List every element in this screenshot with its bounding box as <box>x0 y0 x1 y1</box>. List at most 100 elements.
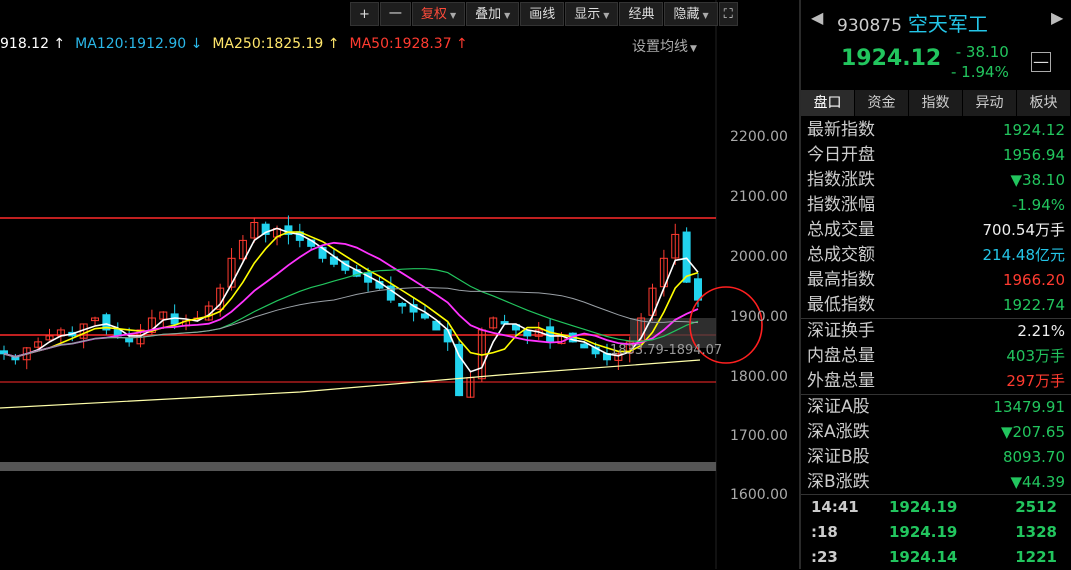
stat-value: 1966.20 <box>1002 271 1065 289</box>
yincang-button[interactable]: 隐藏 ▼ <box>664 2 718 26</box>
stat-label: 总成交量 <box>807 220 875 240</box>
chevron-down-icon: ▼ <box>504 11 511 20</box>
stat-label: 深证A股 <box>807 397 870 417</box>
jingdian-button[interactable]: 经典 <box>619 2 664 26</box>
tab-0[interactable]: 盘口 <box>801 90 855 116</box>
stat-row: 最低指数 1922.74 <box>801 293 1071 318</box>
stat-label: 指数涨跌 <box>807 170 875 190</box>
stat-value: -1.94% <box>1011 196 1065 214</box>
quote-panel: ◀ 930875 空天军工 ▶ 1924.12 - 38.10 - 1.94% —… <box>801 0 1071 569</box>
tick-row: :23 1924.14 1221 <box>801 545 1071 570</box>
diejia-button[interactable]: 叠加 ▼ <box>466 2 520 26</box>
stat-row: 指数涨幅 -1.94% <box>801 193 1071 218</box>
ma-legend-item: MA250:1825.19 ↑ <box>212 36 340 52</box>
quote-header: ◀ 930875 空天军工 ▶ 1924.12 - 38.10 - 1.94% — <box>801 0 1071 88</box>
y-axis-label: 2200.00 <box>730 129 788 145</box>
stat-row: 深证A股 13479.91 <box>801 394 1071 420</box>
stat-row: 外盘总量 297万手 <box>801 369 1071 394</box>
candle-body <box>523 330 532 337</box>
stat-value: ▼44.39 <box>1010 473 1065 491</box>
y-axis-label: 2100.00 <box>730 189 788 205</box>
stat-label: 深证换手 <box>807 321 875 341</box>
tab-4[interactable]: 板块 <box>1017 90 1071 116</box>
stat-label: 最新指数 <box>807 120 875 140</box>
stock-code: 930875 <box>837 16 902 36</box>
stat-value: ▼207.65 <box>1000 423 1065 441</box>
volume-divider-bar[interactable] <box>0 462 716 471</box>
xianshi-label: 显示 <box>574 7 601 22</box>
stat-row: 最高指数 1966.20 <box>801 268 1071 293</box>
last-price: 1924.12 <box>841 46 942 71</box>
panel-tabs: 盘口 资金 指数 异动 板块 <box>801 90 1071 116</box>
stat-row: 今日开盘 1956.94 <box>801 143 1071 168</box>
stat-value: 13479.91 <box>993 398 1065 416</box>
prev-stock-icon[interactable]: ◀ <box>811 8 823 27</box>
stat-row: 深B涨跌 ▼44.39 <box>801 470 1071 495</box>
stock-title: 930875 空天军工 <box>837 8 988 37</box>
tick-time: :23 <box>811 548 838 566</box>
stat-value: 297万手 <box>1006 372 1065 390</box>
tab-3[interactable]: 异动 <box>963 90 1017 116</box>
tick-row: 14:41 1924.19 2512 <box>801 495 1071 520</box>
stat-value: 2.21% <box>1017 322 1065 340</box>
tick-vol: 1221 <box>1015 548 1057 566</box>
stat-label: 深B涨跌 <box>807 472 870 492</box>
y-axis-label: 2000.00 <box>730 249 788 265</box>
stat-row: 指数涨跌 ▼38.10 <box>801 168 1071 193</box>
set-ma-button[interactable]: 设置均线 ▼ <box>632 36 697 56</box>
stat-label: 外盘总量 <box>807 371 875 391</box>
stat-row: 最新指数 1924.12 <box>801 118 1071 143</box>
stat-value: 1924.12 <box>1002 121 1065 139</box>
fuquan-button[interactable]: 复权 ▼ <box>411 2 466 26</box>
tick-time: :18 <box>811 523 838 541</box>
stat-label: 深A涨跌 <box>807 422 870 442</box>
stat-value: 1922.74 <box>1002 296 1065 314</box>
stat-row: 内盘总量 403万手 <box>801 344 1071 369</box>
stat-label: 内盘总量 <box>807 346 875 366</box>
ma250-line <box>0 359 701 409</box>
stat-value: 1956.94 <box>1002 146 1065 164</box>
stat-label: 指数涨幅 <box>807 195 875 215</box>
stat-value: 700.54万手 <box>982 221 1066 239</box>
fuquan-label: 复权 <box>420 7 447 22</box>
ma-legend: 918.12 ↑ MA120:1912.90 ↓ MA250:1825.19 ↑ MA… <box>0 36 478 52</box>
stat-row: 深A涨跌 ▼207.65 <box>801 420 1071 445</box>
stat-row: 总成交额 214.48亿元 <box>801 243 1071 268</box>
stat-row: 深证换手 2.21% <box>801 318 1071 344</box>
stat-label: 今日开盘 <box>807 145 875 165</box>
tick-vol: 2512 <box>1015 498 1057 516</box>
candle-body <box>580 343 589 349</box>
next-stock-icon[interactable]: ▶ <box>1051 8 1063 27</box>
set-ma-label: 设置均线 <box>632 39 688 55</box>
tick-time: 14:41 <box>811 498 859 516</box>
tick-vol: 1328 <box>1015 523 1057 541</box>
ma-legend-item: MA50:1928.37 ↑ <box>349 36 468 52</box>
minimize-button[interactable]: — <box>1031 52 1051 72</box>
change-percent: - 1.94% <box>951 63 1009 81</box>
zoom-out-button[interactable]: 一 <box>379 2 411 26</box>
stat-value: 403万手 <box>1006 347 1065 365</box>
tick-price: 1924.14 <box>889 548 958 566</box>
stat-row: 总成交量 700.54万手 <box>801 218 1071 243</box>
kline-plot[interactable]: 1833.79-1894.07 <box>0 0 798 569</box>
stat-row: 深证B股 8093.70 <box>801 445 1071 470</box>
xianshi-button[interactable]: 显示 ▼ <box>565 2 619 26</box>
stat-label: 最高指数 <box>807 270 875 290</box>
huaxian-button[interactable]: 画线 <box>520 2 565 26</box>
tick-list: 14:41 1924.19 2512 :18 1924.19 1328 :23 1924.14… <box>801 494 1071 570</box>
candle-body <box>0 350 8 355</box>
stat-value: 8093.70 <box>1002 448 1065 466</box>
fullscreen-button[interactable]: ⛶ <box>718 2 738 26</box>
stat-value: 214.48亿元 <box>982 246 1066 264</box>
zoom-in-button[interactable]: + <box>350 2 379 26</box>
price-change: - 38.10 - 1.94% <box>951 42 1009 82</box>
kline-chart-area[interactable]: 1833.79-1894.07 + 一 复权 ▼ 叠加 ▼ 画线 显示 ▼ 经典 隐藏… <box>0 0 798 569</box>
chart-toolbar: + 一 复权 ▼ 叠加 ▼ 画线 显示 ▼ 经典 隐藏 ▼ ⛶ <box>350 2 739 26</box>
tab-2[interactable]: 指数 <box>909 90 963 116</box>
stat-value: ▼38.10 <box>1010 171 1065 189</box>
y-axis-label: 1700.00 <box>730 428 788 444</box>
stat-label: 深证B股 <box>807 447 870 467</box>
ma-legend-item: 918.12 ↑ <box>0 36 66 52</box>
tab-1[interactable]: 资金 <box>855 90 909 116</box>
tick-price: 1924.19 <box>889 498 958 516</box>
